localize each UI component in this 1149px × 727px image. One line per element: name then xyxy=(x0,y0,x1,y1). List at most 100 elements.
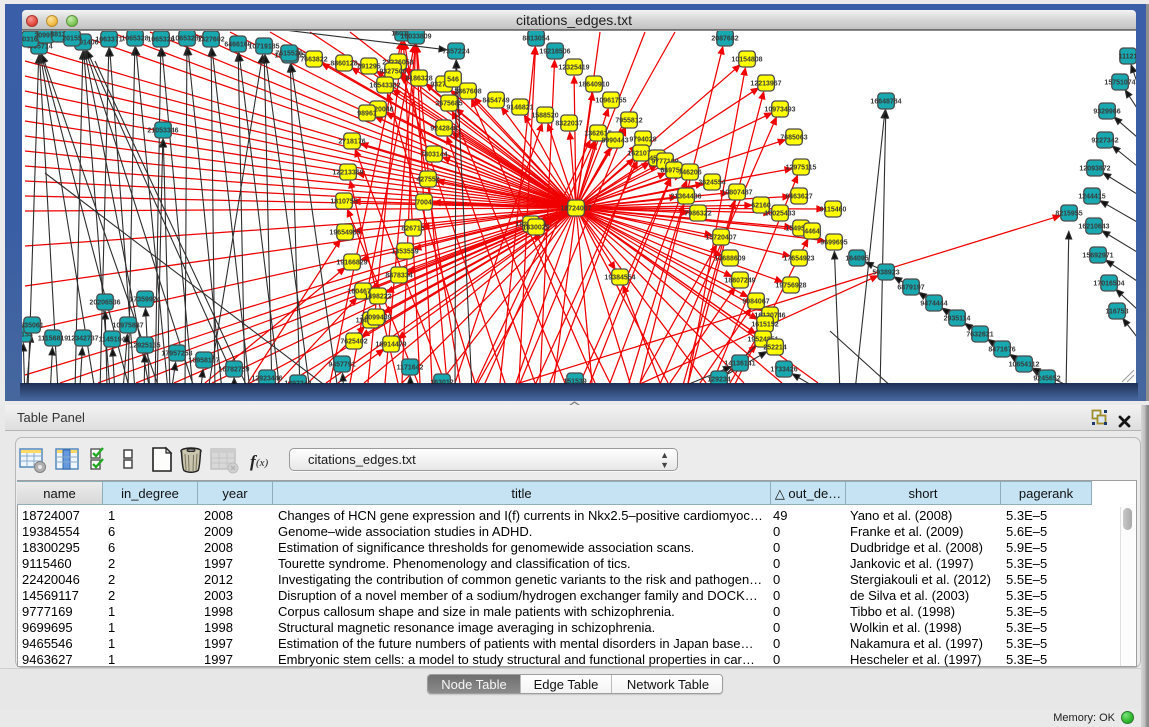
svg-text:19218506: 19218506 xyxy=(539,48,570,55)
svg-text:10154808: 10154808 xyxy=(731,56,762,63)
svg-text:1171642: 1171642 xyxy=(397,364,424,371)
svg-text:10961755: 10961755 xyxy=(595,97,626,104)
svg-text:10025433: 10025433 xyxy=(764,210,795,217)
svg-text:8813054: 8813054 xyxy=(522,35,549,42)
svg-text:1244415: 1244415 xyxy=(1078,193,1105,200)
svg-text:546: 546 xyxy=(447,76,459,83)
svg-text:7955812: 7955812 xyxy=(615,117,642,124)
svg-text:11156819: 11156819 xyxy=(38,335,68,342)
svg-text:10719185: 10719185 xyxy=(248,43,279,50)
svg-text:8990443: 8990443 xyxy=(601,137,628,144)
svg-text:1145194: 1145194 xyxy=(99,336,126,343)
svg-text:20155: 20155 xyxy=(62,35,82,42)
svg-text:6879197: 6879197 xyxy=(897,284,924,291)
svg-text:12342737: 12342737 xyxy=(67,335,98,342)
svg-text:18724007: 18724007 xyxy=(560,205,591,212)
svg-text:12213967: 12213967 xyxy=(750,80,781,87)
svg-text:3624554: 3624554 xyxy=(698,179,725,186)
svg-text:21364436: 21364436 xyxy=(670,193,701,200)
svg-text:16648784: 16648784 xyxy=(870,98,901,105)
svg-text:62160: 62160 xyxy=(751,202,771,209)
svg-text:7625402: 7625402 xyxy=(340,338,367,345)
svg-text:8878334: 8878334 xyxy=(385,272,412,279)
svg-text:7357224: 7357224 xyxy=(442,48,469,55)
svg-text:12325419: 12325419 xyxy=(558,64,589,71)
svg-text:18640910: 18640910 xyxy=(578,81,609,88)
svg-text:7803144: 7803144 xyxy=(420,151,447,158)
svg-text:9327500: 9327500 xyxy=(379,68,406,75)
svg-text:8322037: 8322037 xyxy=(555,120,582,127)
svg-text:9794028: 9794028 xyxy=(629,136,656,143)
svg-text:2935114: 2935114 xyxy=(944,315,971,322)
svg-text:98961: 98961 xyxy=(357,110,377,117)
svg-text:7663822: 7663822 xyxy=(300,56,327,63)
svg-text:9245652: 9245652 xyxy=(1033,375,1060,382)
svg-text:9463627: 9463627 xyxy=(785,193,812,200)
svg-text:10975887: 10975887 xyxy=(112,322,143,329)
svg-text:8215955: 8215955 xyxy=(1055,210,1082,217)
svg-text:11121: 11121 xyxy=(1119,53,1136,60)
svg-text:14136141: 14136141 xyxy=(724,360,755,367)
svg-text:1810755: 1810755 xyxy=(330,198,357,205)
svg-text:1063371: 1063371 xyxy=(95,36,122,43)
svg-text:18807249: 18807249 xyxy=(724,277,755,284)
svg-text:12923446: 12923446 xyxy=(251,375,282,382)
svg-text:(x): (x) xyxy=(256,457,269,469)
svg-text:12975115: 12975115 xyxy=(786,164,817,171)
svg-text:21053346: 21053346 xyxy=(147,127,178,134)
svg-text:9242848: 9242848 xyxy=(430,125,457,132)
svg-text:1588520: 1588520 xyxy=(531,112,558,119)
svg-text:7685063: 7685063 xyxy=(780,134,807,141)
svg-text:9699695: 9699695 xyxy=(820,239,847,246)
svg-text:15720407: 15720407 xyxy=(705,234,736,241)
svg-text:746206: 746206 xyxy=(678,169,701,176)
svg-text:9084067: 9084067 xyxy=(742,298,769,305)
svg-text:891295: 891295 xyxy=(357,63,380,70)
svg-text:1327602: 1327602 xyxy=(197,36,224,43)
svg-text:12093872: 12093872 xyxy=(1079,165,1110,172)
svg-text:17359924: 17359924 xyxy=(129,296,160,303)
svg-text:7004: 7004 xyxy=(416,199,432,206)
svg-text:9146821: 9146821 xyxy=(506,104,533,111)
svg-text:16543382: 16543382 xyxy=(369,82,400,89)
svg-text:5938923: 5938923 xyxy=(872,269,899,276)
svg-text:1065328: 1065328 xyxy=(121,35,148,42)
svg-text:15751074: 15751074 xyxy=(1104,79,1135,86)
svg-text:2718176: 2718176 xyxy=(338,138,365,145)
svg-text:164095: 164095 xyxy=(845,255,868,262)
svg-text:7986322: 7986322 xyxy=(684,210,711,217)
svg-text:20206536: 20206536 xyxy=(89,299,120,306)
svg-text:19166829: 19166829 xyxy=(336,259,367,266)
svg-text:19654985: 19654985 xyxy=(329,229,360,236)
svg-text:826715: 826715 xyxy=(401,225,424,232)
svg-text:8471676: 8471676 xyxy=(988,346,1015,353)
svg-text:4464: 4464 xyxy=(804,228,820,235)
svg-text:16033809: 16033809 xyxy=(400,33,431,40)
svg-text:427552: 427552 xyxy=(416,176,439,183)
svg-text:17654923: 17654923 xyxy=(783,255,814,262)
svg-text:8186328: 8186328 xyxy=(405,75,432,82)
svg-text:19384554: 19384554 xyxy=(604,274,635,281)
svg-text:15692971: 15692971 xyxy=(1082,252,1113,259)
svg-text:7515526: 7515526 xyxy=(275,50,302,57)
svg-text:17016504: 17016504 xyxy=(1093,280,1124,287)
svg-text:1615152: 1615152 xyxy=(751,321,778,328)
svg-text:8454749: 8454749 xyxy=(482,97,509,104)
svg-text:10688609: 10688609 xyxy=(714,255,745,262)
svg-text:1498222: 1498222 xyxy=(364,293,391,300)
svg-text:16782759: 16782759 xyxy=(218,366,249,373)
svg-text:3675685: 3675685 xyxy=(435,100,462,107)
svg-text:19756928: 19756928 xyxy=(775,282,806,289)
svg-text:2087682: 2087682 xyxy=(711,35,738,42)
svg-text:14099489: 14099489 xyxy=(360,314,391,321)
svg-text:10958107: 10958107 xyxy=(188,357,219,364)
svg-text:8860128: 8860128 xyxy=(330,60,357,67)
svg-text:10973493: 10973493 xyxy=(764,106,795,113)
svg-text:2867608: 2867608 xyxy=(454,88,481,95)
svg-text:10654112: 10654112 xyxy=(1009,361,1040,368)
svg-text:9457791: 9457791 xyxy=(328,361,355,368)
svg-text:12925135: 12925135 xyxy=(129,342,160,349)
svg-text:1830029: 1830029 xyxy=(522,224,549,231)
svg-text:7632621: 7632621 xyxy=(966,331,993,338)
svg-text:9329966: 9329966 xyxy=(1093,108,1120,115)
